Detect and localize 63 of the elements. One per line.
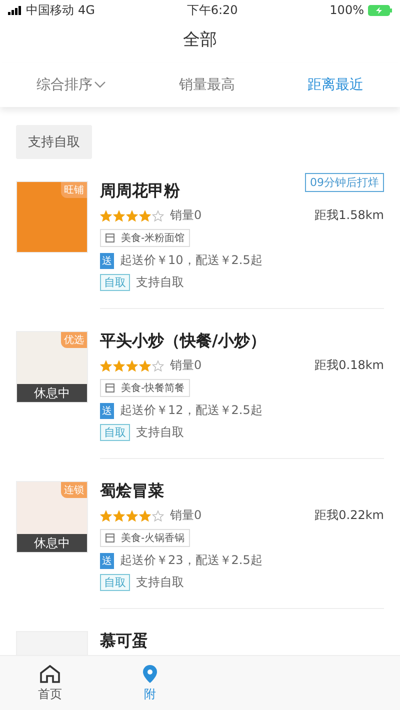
shop-icon bbox=[105, 233, 115, 243]
distance: 距我0.18km bbox=[314, 357, 384, 374]
delivery-info: 起送价￥23，配送￥2.5起 bbox=[120, 552, 262, 569]
star-icon bbox=[139, 210, 151, 222]
shop-icon bbox=[105, 383, 115, 393]
network-type: 4G bbox=[78, 3, 95, 17]
pickup-info: 支持自取 bbox=[136, 574, 184, 591]
star-icon bbox=[139, 510, 151, 522]
clock-time: 下午6:20 bbox=[186, 2, 238, 18]
star-icon bbox=[126, 210, 138, 222]
store-name[interactable]: 慕可蛋 bbox=[100, 631, 148, 652]
pickup-tag: 自取 bbox=[100, 274, 130, 291]
store-name[interactable]: 周周花甲粉 bbox=[100, 181, 180, 202]
delivery-tag: 送 bbox=[100, 252, 114, 268]
signal-icon bbox=[8, 6, 22, 14]
sales-count: 销量0 bbox=[170, 207, 202, 224]
category-tag: 美食-米粉面馆 bbox=[100, 229, 190, 247]
closing-notice: 09分钟后打烊 bbox=[305, 173, 384, 192]
star-icon bbox=[126, 510, 138, 522]
delivery-info: 起送价￥10，配送￥2.5起 bbox=[120, 252, 262, 269]
pickup-tag: 自取 bbox=[100, 424, 130, 441]
delivery-info: 起送价￥12，配送￥2.5起 bbox=[120, 402, 262, 419]
delivery-tag: 送 bbox=[100, 552, 114, 568]
pickup-info: 支持自取 bbox=[136, 274, 184, 291]
star-icon bbox=[100, 510, 112, 522]
star-icon bbox=[113, 510, 125, 522]
category-tag: 美食-火锅香锅 bbox=[100, 529, 190, 547]
sort-tab[interactable]: 销量最高 bbox=[172, 75, 241, 95]
store-name[interactable]: 平头小炒（快餐/小炒） bbox=[100, 331, 266, 352]
star-icon bbox=[113, 360, 125, 372]
distance: 距我0.22km bbox=[314, 507, 384, 524]
battery-percent: 100% bbox=[330, 3, 364, 17]
home-icon bbox=[39, 664, 61, 684]
star-icon bbox=[152, 510, 164, 522]
logo-badge: 连锁 bbox=[61, 482, 87, 498]
filter-chip[interactable]: 支持自取 bbox=[16, 125, 92, 159]
pickup-info: 支持自取 bbox=[136, 424, 184, 441]
logo-badge: 优选 bbox=[61, 332, 87, 348]
shop-icon bbox=[105, 533, 115, 543]
page-title: 全部 bbox=[182, 29, 218, 52]
star-icon bbox=[152, 210, 164, 222]
star-icon bbox=[152, 360, 164, 372]
chevron-down-icon bbox=[94, 81, 106, 89]
sales-count: 销量0 bbox=[170, 507, 202, 524]
category-tag: 美食-快餐简餐 bbox=[100, 379, 190, 397]
battery-icon bbox=[368, 4, 392, 16]
star-icon bbox=[139, 360, 151, 372]
delivery-tag: 送 bbox=[100, 402, 114, 418]
star-icon bbox=[100, 210, 112, 222]
star-icon bbox=[126, 360, 138, 372]
star-icon bbox=[100, 360, 112, 372]
store-name[interactable]: 蜀烩冒菜 bbox=[100, 481, 164, 502]
carrier-name: 中国移动 bbox=[26, 2, 74, 18]
sales-count: 销量0 bbox=[170, 357, 202, 374]
star-icon bbox=[113, 210, 125, 222]
bottom-tab[interactable]: 首页 bbox=[0, 656, 100, 710]
pickup-tag: 自取 bbox=[100, 574, 130, 591]
resting-label: 休息中 bbox=[17, 534, 87, 552]
distance: 距我1.58km bbox=[314, 207, 384, 224]
logo-badge: 旺铺 bbox=[61, 182, 87, 198]
resting-label: 休息中 bbox=[17, 384, 87, 402]
sort-tab[interactable]: 综合排序 bbox=[30, 75, 112, 95]
location-pin-icon bbox=[140, 664, 160, 684]
